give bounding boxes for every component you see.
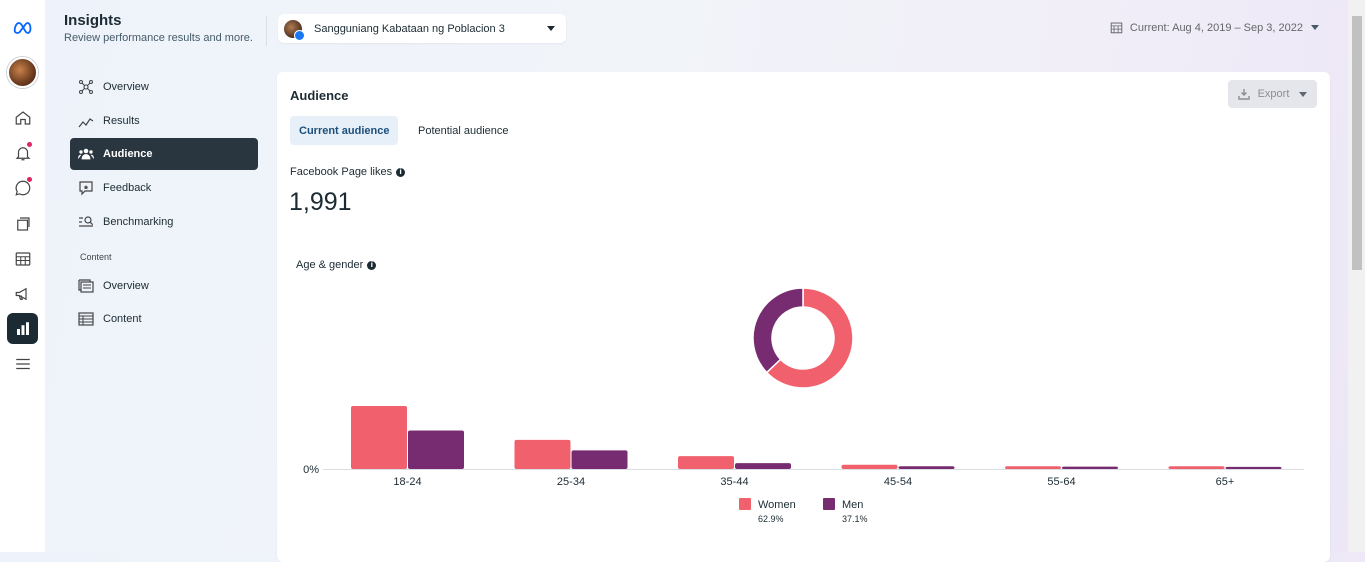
overview-icon bbox=[79, 80, 93, 94]
legend-percent-men: 37.1% bbox=[842, 514, 868, 524]
facebook-badge-icon bbox=[294, 29, 305, 41]
global-nav-rail bbox=[0, 0, 45, 552]
donut-slice-men bbox=[752, 287, 804, 374]
pages-icon[interactable] bbox=[7, 208, 38, 239]
x-tick-label: 45-54 bbox=[884, 476, 912, 488]
date-range-picker[interactable]: Current: Aug 4, 2019 – Sep 3, 2022 bbox=[1110, 21, 1319, 34]
bar-women-55-64 bbox=[1005, 466, 1061, 469]
notifications-icon[interactable] bbox=[7, 137, 38, 168]
legend-swatch-men bbox=[823, 498, 835, 510]
sidebar-item-label: Audience bbox=[103, 148, 153, 160]
x-tick-label: 35-44 bbox=[720, 476, 748, 488]
bar-men-25-34 bbox=[571, 450, 628, 469]
bar-men-45-54 bbox=[898, 466, 955, 469]
benchmarking-icon bbox=[79, 216, 94, 227]
x-tick-label: 18-24 bbox=[393, 476, 421, 488]
header-divider bbox=[266, 16, 267, 46]
legend-swatch-women bbox=[739, 498, 751, 510]
results-icon bbox=[78, 118, 94, 128]
scrollbar[interactable] bbox=[1348, 0, 1365, 552]
y-tick-label: 0% bbox=[303, 464, 319, 476]
legend-percent-women: 62.9% bbox=[758, 514, 784, 524]
bar-men-18-24 bbox=[408, 430, 464, 469]
bar-men-35-44 bbox=[735, 463, 791, 469]
sidebar-item-overview[interactable]: Overview bbox=[70, 71, 258, 103]
sidebar-item-label: Overview bbox=[103, 280, 149, 292]
chevron-down-icon bbox=[1311, 25, 1319, 30]
scrollbar-thumb[interactable] bbox=[1352, 16, 1362, 270]
page-selector-label: Sangguniang Kabataan ng Poblacion 3 bbox=[314, 22, 505, 35]
chevron-down-icon bbox=[547, 26, 555, 31]
bar-women-25-34 bbox=[514, 439, 571, 469]
x-tick-label: 65+ bbox=[1216, 476, 1235, 488]
avatar[interactable] bbox=[7, 57, 38, 88]
sidebar-item-feedback[interactable]: Feedback bbox=[70, 172, 258, 204]
calendar-icon bbox=[1110, 22, 1123, 34]
bar-women-45-54 bbox=[841, 464, 898, 469]
sidebar-item-benchmarking[interactable]: Benchmarking bbox=[70, 206, 258, 238]
bar-women-35-44 bbox=[678, 456, 734, 469]
insights-icon[interactable] bbox=[7, 313, 38, 344]
sidebar-item-label: Content bbox=[103, 313, 142, 325]
sidebar-section-content: Content bbox=[80, 252, 112, 262]
sidebar-item-label: Feedback bbox=[103, 182, 152, 194]
table-icon[interactable] bbox=[7, 243, 38, 274]
bar-men-65+ bbox=[1225, 466, 1282, 469]
legend-label-men: Men bbox=[842, 499, 863, 511]
sidebar-item-label: Results bbox=[103, 115, 140, 127]
notification-dot bbox=[27, 142, 32, 147]
sidebar-item-label: Benchmarking bbox=[103, 216, 174, 228]
page-avatar bbox=[284, 19, 305, 41]
bar-women-65+ bbox=[1168, 466, 1225, 469]
app-title: Insights bbox=[64, 12, 122, 29]
x-tick-label: 55-64 bbox=[1047, 476, 1075, 488]
age-gender-chart: 0% 18-24 25-34 35-44 45-54 55-64 65+ Women 62.9%… bbox=[303, 287, 1304, 524]
audience-icon bbox=[78, 148, 94, 160]
sidebar-item-audience[interactable]: Audience bbox=[70, 138, 258, 170]
app-subtitle: Review performance results and more. bbox=[64, 32, 253, 44]
sidebar-item-results[interactable]: Results bbox=[70, 105, 258, 137]
date-range-label: Current: Aug 4, 2019 – Sep 3, 2022 bbox=[1129, 21, 1303, 34]
bar-women-18-24 bbox=[351, 406, 407, 469]
meta-logo-icon[interactable] bbox=[7, 12, 38, 43]
messages-icon[interactable] bbox=[7, 172, 38, 203]
x-tick-label: 25-34 bbox=[557, 476, 585, 488]
content-overview-icon bbox=[78, 279, 94, 293]
content-table-icon bbox=[78, 312, 94, 326]
bar-men-55-64 bbox=[1062, 466, 1118, 469]
feedback-icon bbox=[79, 181, 93, 196]
page-selector[interactable]: Sangguniang Kabataan ng Poblacion 3 bbox=[278, 14, 566, 43]
sidebar-item-content-overview[interactable]: Overview bbox=[70, 270, 258, 302]
sidebar-item-content[interactable]: Content bbox=[70, 303, 258, 335]
home-icon[interactable] bbox=[7, 102, 38, 133]
menu-icon[interactable] bbox=[7, 348, 38, 379]
audience-card: Audience Export Current audience Potenti… bbox=[277, 72, 1330, 562]
legend-label-women: Women bbox=[758, 499, 796, 511]
sidebar-item-label: Overview bbox=[103, 81, 149, 93]
ads-megaphone-icon[interactable] bbox=[7, 278, 38, 309]
messages-dot bbox=[27, 177, 32, 182]
